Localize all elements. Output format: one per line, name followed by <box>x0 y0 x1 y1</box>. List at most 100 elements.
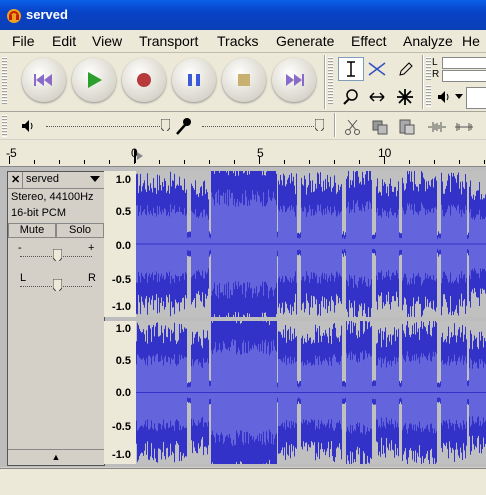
ruler-minor-tick <box>309 160 310 164</box>
track-format: Stereo, 44100Hz <box>11 191 94 203</box>
solo-button[interactable]: Solo <box>56 223 104 238</box>
toolbar-separator <box>422 55 424 109</box>
amp-label: -1.0 <box>112 449 131 461</box>
ruler-minor-tick <box>209 160 210 164</box>
gain-minus-label: - <box>18 242 22 254</box>
amp-label: 0.5 <box>115 206 131 218</box>
ibeam-icon <box>347 61 355 77</box>
waveform-right-channel[interactable] <box>136 295 486 490</box>
draw-tool-button[interactable] <box>392 57 418 81</box>
ruler-minor-tick <box>59 160 60 164</box>
pause-button[interactable] <box>172 58 216 102</box>
multi-tool-button[interactable] <box>392 85 418 109</box>
menu-analyze[interactable]: Analyze <box>403 33 453 49</box>
amp-label: -1.0 <box>112 301 131 313</box>
meter-left-bar <box>442 57 486 69</box>
ruler-label: 5 <box>257 146 264 160</box>
microphone-icon <box>176 118 191 135</box>
timeshift-tool-button[interactable] <box>364 85 390 109</box>
pause-icon <box>188 74 200 86</box>
ruler-minor-tick <box>234 160 235 164</box>
meter-grip[interactable] <box>426 57 431 81</box>
menu-effect[interactable]: Effect <box>351 33 387 49</box>
paste-button[interactable] <box>394 115 420 139</box>
ruler-minor-tick <box>184 160 185 164</box>
dropdown-arrow-icon[interactable] <box>454 93 464 101</box>
amp-label: -0.5 <box>112 421 131 433</box>
timeline-ruler[interactable]: -5 0 5 10 <box>0 140 486 167</box>
track-control-panel: ✕ served Stereo, 44100Hz 16-bit PCM Mute… <box>7 171 105 466</box>
track-bitdepth: 16-bit PCM <box>11 207 67 219</box>
menu-help[interactable]: He <box>462 33 480 49</box>
menu-generate[interactable]: Generate <box>276 33 334 49</box>
ruler-minor-tick <box>434 160 435 164</box>
track-close-button[interactable]: ✕ <box>11 173 20 186</box>
ruler-minor-tick <box>384 156 385 164</box>
record-button[interactable] <box>122 58 166 102</box>
input-volume-slider[interactable] <box>202 126 324 127</box>
meter-left-label: L <box>432 57 438 68</box>
menu-file[interactable]: File <box>12 33 35 49</box>
skip-start-button[interactable] <box>22 58 66 102</box>
tools-grip[interactable] <box>328 57 333 105</box>
mixer-grip[interactable] <box>2 115 7 137</box>
stop-icon <box>238 74 250 86</box>
amp-label: 0.5 <box>115 355 131 367</box>
amp-label: -0.5 <box>112 274 131 286</box>
ruler-minor-tick <box>34 160 35 164</box>
stop-button[interactable] <box>222 58 266 102</box>
gain-slider-thumb[interactable] <box>53 249 62 261</box>
selection-tool-button[interactable] <box>338 57 364 81</box>
title-bar: served <box>0 0 486 30</box>
audacity-logo-icon <box>7 9 21 23</box>
ruler-minor-tick <box>84 160 85 164</box>
menu-edit[interactable]: Edit <box>52 33 76 49</box>
toolbar-divider <box>0 111 486 112</box>
input-volume-thumb[interactable] <box>315 119 324 131</box>
scissors-icon <box>345 119 360 135</box>
track-header: ✕ served <box>8 172 104 189</box>
cut-button[interactable] <box>340 115 366 139</box>
menu-transport[interactable]: Transport <box>139 33 198 49</box>
envelope-icon <box>368 62 386 76</box>
meter-display <box>466 87 486 109</box>
pan-slider-thumb[interactable] <box>53 279 62 291</box>
play-position-marker-icon[interactable] <box>133 148 145 164</box>
zoom-tool-button[interactable] <box>338 85 364 109</box>
zoom-icon <box>343 89 358 105</box>
output-volume-slider[interactable] <box>46 126 168 127</box>
ruler-minor-tick <box>409 160 410 164</box>
menu-view[interactable]: View <box>92 33 122 49</box>
amp-label: 1.0 <box>115 323 131 335</box>
meter-right-label: R <box>432 69 440 80</box>
collapse-track-button[interactable]: ▲ <box>8 449 104 465</box>
pencil-icon <box>399 62 413 76</box>
play-icon <box>88 72 102 88</box>
meter2-grip[interactable] <box>426 85 431 107</box>
copy-button[interactable] <box>367 115 393 139</box>
amp-label: 0.0 <box>115 387 131 399</box>
status-bar <box>0 468 486 495</box>
copy-icon <box>372 120 388 135</box>
mute-button[interactable]: Mute <box>8 223 56 238</box>
menu-tracks[interactable]: Tracks <box>217 33 258 49</box>
menu-bar: File Edit View Transport Tracks Generate… <box>0 30 486 53</box>
speaker-icon <box>438 91 449 103</box>
waveform-left-channel[interactable] <box>136 144 486 344</box>
play-button[interactable] <box>72 58 116 102</box>
skip-end-button[interactable] <box>272 58 316 102</box>
ruler-minor-tick <box>359 160 360 164</box>
amp-label: 0.0 <box>115 240 131 252</box>
silence-button[interactable] <box>450 115 476 139</box>
amp-label: 1.0 <box>115 174 131 186</box>
track-menu-arrow-icon[interactable] <box>90 176 101 184</box>
track-name-menu[interactable]: served <box>22 172 91 188</box>
ruler-minor-tick <box>484 160 485 164</box>
ruler-minor-tick <box>159 160 160 164</box>
envelope-tool-button[interactable] <box>364 57 390 81</box>
track-area: ✕ served Stereo, 44100Hz 16-bit PCM Mute… <box>0 144 486 490</box>
trim-button[interactable] <box>423 115 449 139</box>
paste-icon <box>399 119 415 135</box>
toolbar-grip[interactable] <box>2 57 7 105</box>
output-volume-thumb[interactable] <box>161 119 170 131</box>
